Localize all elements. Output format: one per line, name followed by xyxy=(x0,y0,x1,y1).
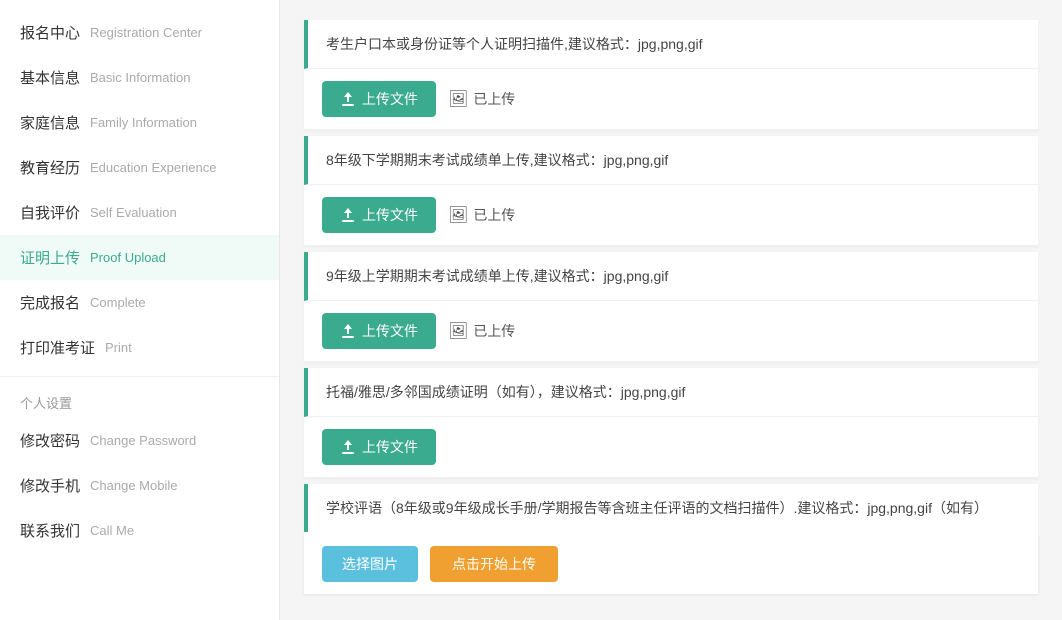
image-icon-3: 🖼 xyxy=(448,321,468,341)
upload-icon xyxy=(340,323,356,339)
uploaded-badge-3: 🖼 已上传 xyxy=(448,321,515,341)
sidebar-item-basic-info[interactable]: 基本信息 Basic Information xyxy=(0,55,279,100)
sidebar-item-complete[interactable]: 完成报名 Complete xyxy=(0,280,279,325)
upload-description-1: 考生户口本或身份证等个人证明扫描件,建议格式：jpg,png,gif xyxy=(304,20,1038,69)
sidebar-en-label: Change Password xyxy=(90,433,196,448)
upload-group-1: 考生户口本或身份证等个人证明扫描件,建议格式：jpg,png,gif 上传文件 … xyxy=(304,20,1038,130)
main-content: 考生户口本或身份证等个人证明扫描件,建议格式：jpg,png,gif 上传文件 … xyxy=(280,0,1062,620)
uploaded-badge-2: 🖼 已上传 xyxy=(448,205,515,225)
start-upload-button[interactable]: 点击开始上传 xyxy=(430,546,558,582)
upload-description-3: 9年级上学期期末考试成绩单上传,建议格式：jpg,png,gif xyxy=(304,252,1038,301)
sidebar-zh-label: 完成报名 xyxy=(20,292,80,313)
upload-group-3: 9年级上学期期末考试成绩单上传,建议格式：jpg,png,gif 上传文件 🖼 … xyxy=(304,252,1038,362)
sidebar-item-proof-upload[interactable]: 证明上传 Proof Upload xyxy=(0,235,279,280)
sidebar-en-label: Change Mobile xyxy=(90,478,177,493)
upload-action-bar-2: 上传文件 🖼 已上传 xyxy=(304,185,1038,246)
sidebar-en-label: Basic Information xyxy=(90,70,190,85)
sidebar-zh-label: 联系我们 xyxy=(20,520,80,541)
sidebar-zh-label: 教育经历 xyxy=(20,157,80,178)
upload-group-5: 学校评语（8年级或9年级成长手册/学期报告等含班主任评语的文档扫描件）.建议格式… xyxy=(304,484,1038,594)
personal-settings-title: 个人设置 xyxy=(0,383,279,418)
sidebar-zh-label: 基本信息 xyxy=(20,67,80,88)
upload-file-button-4[interactable]: 上传文件 xyxy=(322,429,436,465)
upload-action-bar-1: 上传文件 🖼 已上传 xyxy=(304,69,1038,130)
upload-description-5: 学校评语（8年级或9年级成长手册/学期报告等含班主任评语的文档扫描件）.建议格式… xyxy=(304,484,1038,532)
sidebar-zh-label: 报名中心 xyxy=(20,22,80,43)
upload-description-2: 8年级下学期期末考试成绩单上传,建议格式：jpg,png,gif xyxy=(304,136,1038,185)
sidebar-en-label: Family Information xyxy=(90,115,197,130)
upload-description-4: 托福/雅思/多邻国成绩证明（如有），建议格式：jpg,png,gif xyxy=(304,368,1038,417)
sidebar-zh-label: 修改手机 xyxy=(20,475,80,496)
sidebar-en-label: Complete xyxy=(90,295,146,310)
sidebar-en-label: Self Evaluation xyxy=(90,205,177,220)
sidebar-divider xyxy=(0,376,279,377)
sidebar-en-label: Registration Center xyxy=(90,25,202,40)
sidebar-zh-label: 打印准考证 xyxy=(20,337,95,358)
upload-file-button-3[interactable]: 上传文件 xyxy=(322,313,436,349)
sidebar-en-label: Print xyxy=(105,340,132,355)
upload-group-4: 托福/雅思/多邻国成绩证明（如有），建议格式：jpg,png,gif 上传文件 xyxy=(304,368,1038,478)
sidebar-en-label: Proof Upload xyxy=(90,250,166,265)
sidebar-en-label: Education Experience xyxy=(90,160,216,175)
sidebar-zh-label: 自我评价 xyxy=(20,202,80,223)
sidebar-item-registration-center[interactable]: 报名中心 Registration Center xyxy=(0,10,279,55)
image-icon-1: 🖼 xyxy=(448,89,468,109)
upload-group-2: 8年级下学期期末考试成绩单上传,建议格式：jpg,png,gif 上传文件 🖼 … xyxy=(304,136,1038,246)
sidebar-zh-label: 修改密码 xyxy=(20,430,80,451)
upload-file-button-1[interactable]: 上传文件 xyxy=(322,81,436,117)
sidebar: 报名中心 Registration Center 基本信息 Basic Info… xyxy=(0,0,280,620)
bottom-action-bar: 选择图片 点击开始上传 xyxy=(304,534,1038,594)
upload-action-bar-3: 上传文件 🖼 已上传 xyxy=(304,301,1038,362)
sidebar-zh-label: 证明上传 xyxy=(20,247,80,268)
sidebar-item-contact-us[interactable]: 联系我们 Call Me xyxy=(0,508,279,553)
sidebar-en-label: Call Me xyxy=(90,523,134,538)
sidebar-item-family-info[interactable]: 家庭信息 Family Information xyxy=(0,100,279,145)
sidebar-item-change-password[interactable]: 修改密码 Change Password xyxy=(0,418,279,463)
upload-icon xyxy=(340,207,356,223)
select-image-button[interactable]: 选择图片 xyxy=(322,546,418,582)
sidebar-item-change-mobile[interactable]: 修改手机 Change Mobile xyxy=(0,463,279,508)
upload-file-button-2[interactable]: 上传文件 xyxy=(322,197,436,233)
sidebar-item-self-eval[interactable]: 自我评价 Self Evaluation xyxy=(0,190,279,235)
uploaded-badge-1: 🖼 已上传 xyxy=(448,89,515,109)
sidebar-item-print[interactable]: 打印准考证 Print xyxy=(0,325,279,370)
upload-icon xyxy=(340,439,356,455)
sidebar-item-education[interactable]: 教育经历 Education Experience xyxy=(0,145,279,190)
upload-action-bar-4: 上传文件 xyxy=(304,417,1038,478)
image-icon-2: 🖼 xyxy=(448,205,468,225)
sidebar-zh-label: 家庭信息 xyxy=(20,112,80,133)
upload-icon xyxy=(340,91,356,107)
